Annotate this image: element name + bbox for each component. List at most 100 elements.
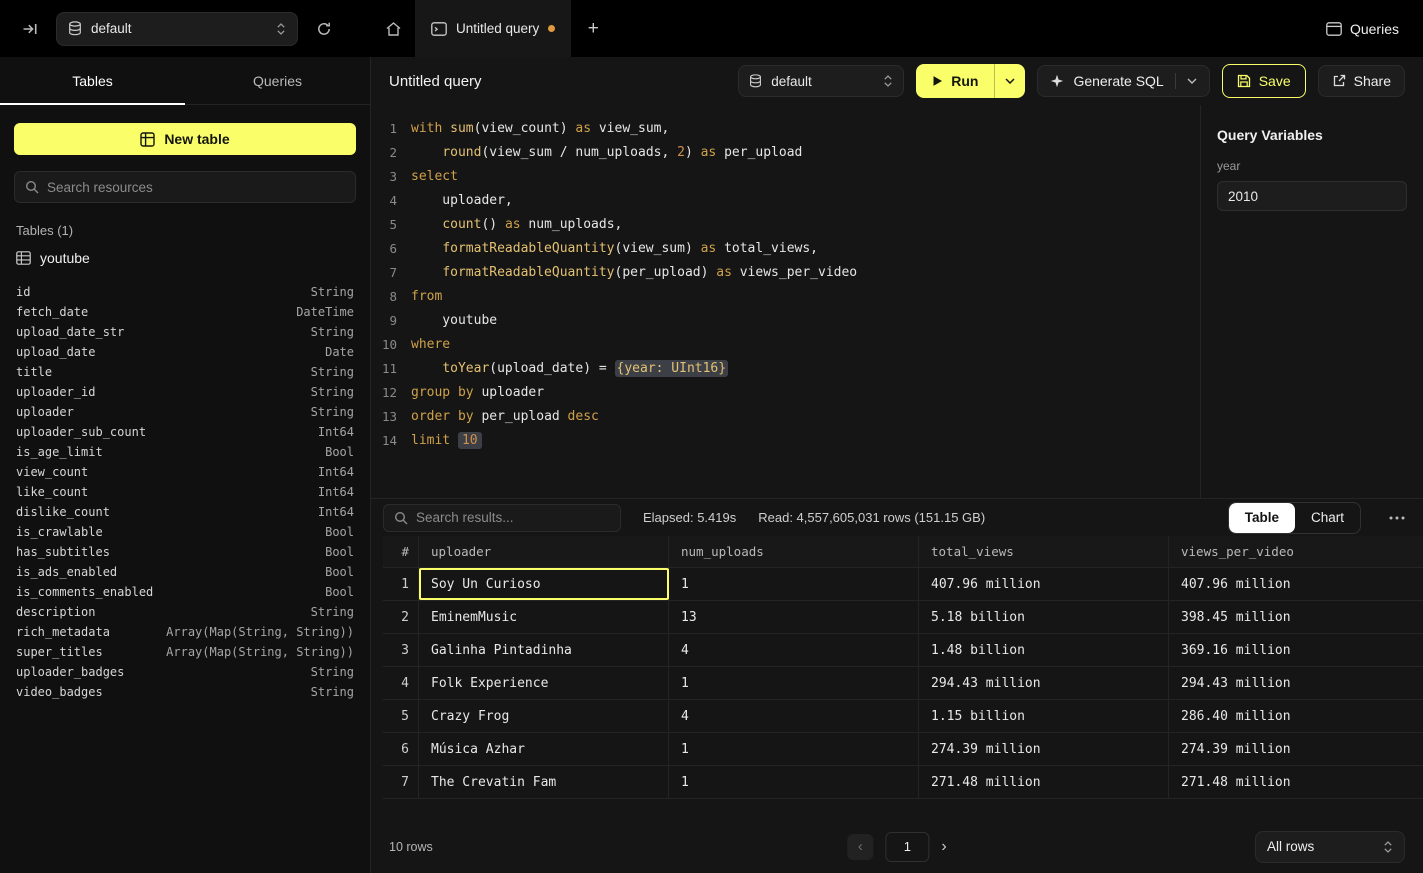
code-line[interactable]: 8from <box>371 285 1200 309</box>
code-line[interactable]: 13order by per_upload desc <box>371 405 1200 429</box>
page-number-input[interactable] <box>885 832 929 862</box>
column-row[interactable]: uploader_idString <box>16 382 354 402</box>
queries-button[interactable]: Queries <box>1302 0 1423 57</box>
results-cell[interactable]: 13 <box>669 601 919 633</box>
results-cell[interactable]: 4 <box>669 700 919 732</box>
row-number-cell[interactable]: 4 <box>383 667 419 699</box>
new-table-button[interactable]: New table <box>14 123 356 155</box>
row-number-cell[interactable]: 1 <box>383 568 419 600</box>
sql-editor[interactable]: 1with sum(view_count) as view_sum,2 roun… <box>371 105 1200 498</box>
column-row[interactable]: is_ads_enabledBool <box>16 562 354 582</box>
column-row[interactable]: fetch_dateDateTime <box>16 302 354 322</box>
results-cell[interactable]: 1 <box>669 667 919 699</box>
results-header-cell[interactable]: num_uploads <box>669 536 919 567</box>
results-cell[interactable]: 274.39 million <box>919 733 1169 765</box>
topbar-database-select[interactable]: default <box>56 12 298 46</box>
row-number-cell[interactable]: 3 <box>383 634 419 666</box>
next-page-button[interactable]: › <box>941 838 946 856</box>
results-cell[interactable]: Folk Experience <box>419 667 669 699</box>
column-row[interactable]: is_comments_enabledBool <box>16 582 354 602</box>
code-line[interactable]: 4 uploader, <box>371 189 1200 213</box>
run-button[interactable]: Run <box>916 64 1025 98</box>
results-cell[interactable]: 294.43 million <box>1169 667 1423 699</box>
column-row[interactable]: like_countInt64 <box>16 482 354 502</box>
column-row[interactable]: upload_date_strString <box>16 322 354 342</box>
code-line[interactable]: 11 toYear(upload_date) = {year: UInt16} <box>371 357 1200 381</box>
results-cell[interactable]: 286.40 million <box>1169 700 1423 732</box>
results-cell[interactable]: 271.48 million <box>1169 766 1423 798</box>
tab-untitled-query[interactable]: Untitled query <box>415 0 571 57</box>
results-header-cell[interactable]: uploader <box>419 536 669 567</box>
column-row[interactable]: video_badgesString <box>16 682 354 702</box>
column-row[interactable]: uploaderString <box>16 402 354 422</box>
results-cell[interactable]: 1 <box>669 568 919 600</box>
variable-input-year[interactable] <box>1217 181 1407 211</box>
code-line[interactable]: 6 formatReadableQuantity(view_sum) as to… <box>371 237 1200 261</box>
results-cell[interactable]: 294.43 million <box>919 667 1169 699</box>
results-cell[interactable]: Galinha Pintadinha <box>419 634 669 666</box>
results-cell[interactable]: Crazy Frog <box>419 700 669 732</box>
prev-page-button[interactable]: ‹ <box>847 834 873 860</box>
code-line[interactable]: 5 count() as num_uploads, <box>371 213 1200 237</box>
column-row[interactable]: has_subtitlesBool <box>16 542 354 562</box>
new-tab-button[interactable]: + <box>571 0 615 57</box>
results-header-cell[interactable]: total_views <box>919 536 1169 567</box>
results-cell[interactable]: The Crevatin Fam <box>419 766 669 798</box>
page-size-select[interactable]: All rows <box>1255 831 1405 863</box>
results-cell[interactable]: EminemMusic <box>419 601 669 633</box>
results-more-button[interactable] <box>1383 504 1411 532</box>
column-row[interactable]: upload_dateDate <box>16 342 354 362</box>
results-cell[interactable]: 1 <box>669 733 919 765</box>
results-cell[interactable]: 369.16 million <box>1169 634 1423 666</box>
code-line[interactable]: 10where <box>371 333 1200 357</box>
results-cell[interactable]: 1 <box>669 766 919 798</box>
results-header-cell[interactable]: # <box>383 536 419 567</box>
results-cell[interactable]: 1.48 billion <box>919 634 1169 666</box>
home-button[interactable] <box>371 0 415 57</box>
run-options-caret[interactable] <box>994 64 1025 98</box>
generate-sql-button[interactable]: Generate SQL <box>1037 65 1209 97</box>
code-line[interactable]: 12group by uploader <box>371 381 1200 405</box>
code-line[interactable]: 9 youtube <box>371 309 1200 333</box>
results-cell[interactable]: Música Azhar <box>419 733 669 765</box>
results-header-cell[interactable]: views_per_video <box>1169 536 1423 567</box>
code-line[interactable]: 2 round(view_sum / num_uploads, 2) as pe… <box>371 141 1200 165</box>
results-cell[interactable]: 4 <box>669 634 919 666</box>
query-database-select[interactable]: default <box>738 65 904 97</box>
view-tab-table[interactable]: Table <box>1229 503 1295 533</box>
column-row[interactable]: uploader_badgesString <box>16 662 354 682</box>
chevron-down-icon[interactable] <box>1187 78 1197 84</box>
results-cell[interactable]: Soy Un Curioso <box>419 568 669 600</box>
column-row[interactable]: is_crawlableBool <box>16 522 354 542</box>
row-number-cell[interactable]: 5 <box>383 700 419 732</box>
results-cell[interactable]: 5.18 billion <box>919 601 1169 633</box>
results-cell[interactable]: 274.39 million <box>1169 733 1423 765</box>
results-cell[interactable]: 271.48 million <box>919 766 1169 798</box>
refresh-button[interactable] <box>310 15 338 43</box>
view-tab-chart[interactable]: Chart <box>1295 503 1360 533</box>
sidebar-search-input[interactable] <box>47 180 345 195</box>
sidebar-tab-tables[interactable]: Tables <box>0 57 185 104</box>
row-number-cell[interactable]: 2 <box>383 601 419 633</box>
column-row[interactable]: titleString <box>16 362 354 382</box>
results-cell[interactable]: 1.15 billion <box>919 700 1169 732</box>
code-line[interactable]: 14limit 10 <box>371 429 1200 453</box>
column-row[interactable]: idString <box>16 282 354 302</box>
row-number-cell[interactable]: 7 <box>383 766 419 798</box>
results-cell[interactable]: 407.96 million <box>919 568 1169 600</box>
column-row[interactable]: is_age_limitBool <box>16 442 354 462</box>
share-button[interactable]: Share <box>1318 65 1405 97</box>
code-line[interactable]: 1with sum(view_count) as view_sum, <box>371 117 1200 141</box>
column-row[interactable]: rich_metadataArray(Map(String, String)) <box>16 622 354 642</box>
results-search-input[interactable] <box>416 510 610 525</box>
code-line[interactable]: 3select <box>371 165 1200 189</box>
sidebar-table-youtube[interactable]: youtube <box>0 248 370 274</box>
column-row[interactable]: view_countInt64 <box>16 462 354 482</box>
column-row[interactable]: descriptionString <box>16 602 354 622</box>
column-row[interactable]: uploader_sub_countInt64 <box>16 422 354 442</box>
row-number-cell[interactable]: 6 <box>383 733 419 765</box>
column-row[interactable]: dislike_countInt64 <box>16 502 354 522</box>
sidebar-tab-queries[interactable]: Queries <box>185 57 370 104</box>
results-cell[interactable]: 407.96 million <box>1169 568 1423 600</box>
save-button[interactable]: Save <box>1222 64 1306 98</box>
